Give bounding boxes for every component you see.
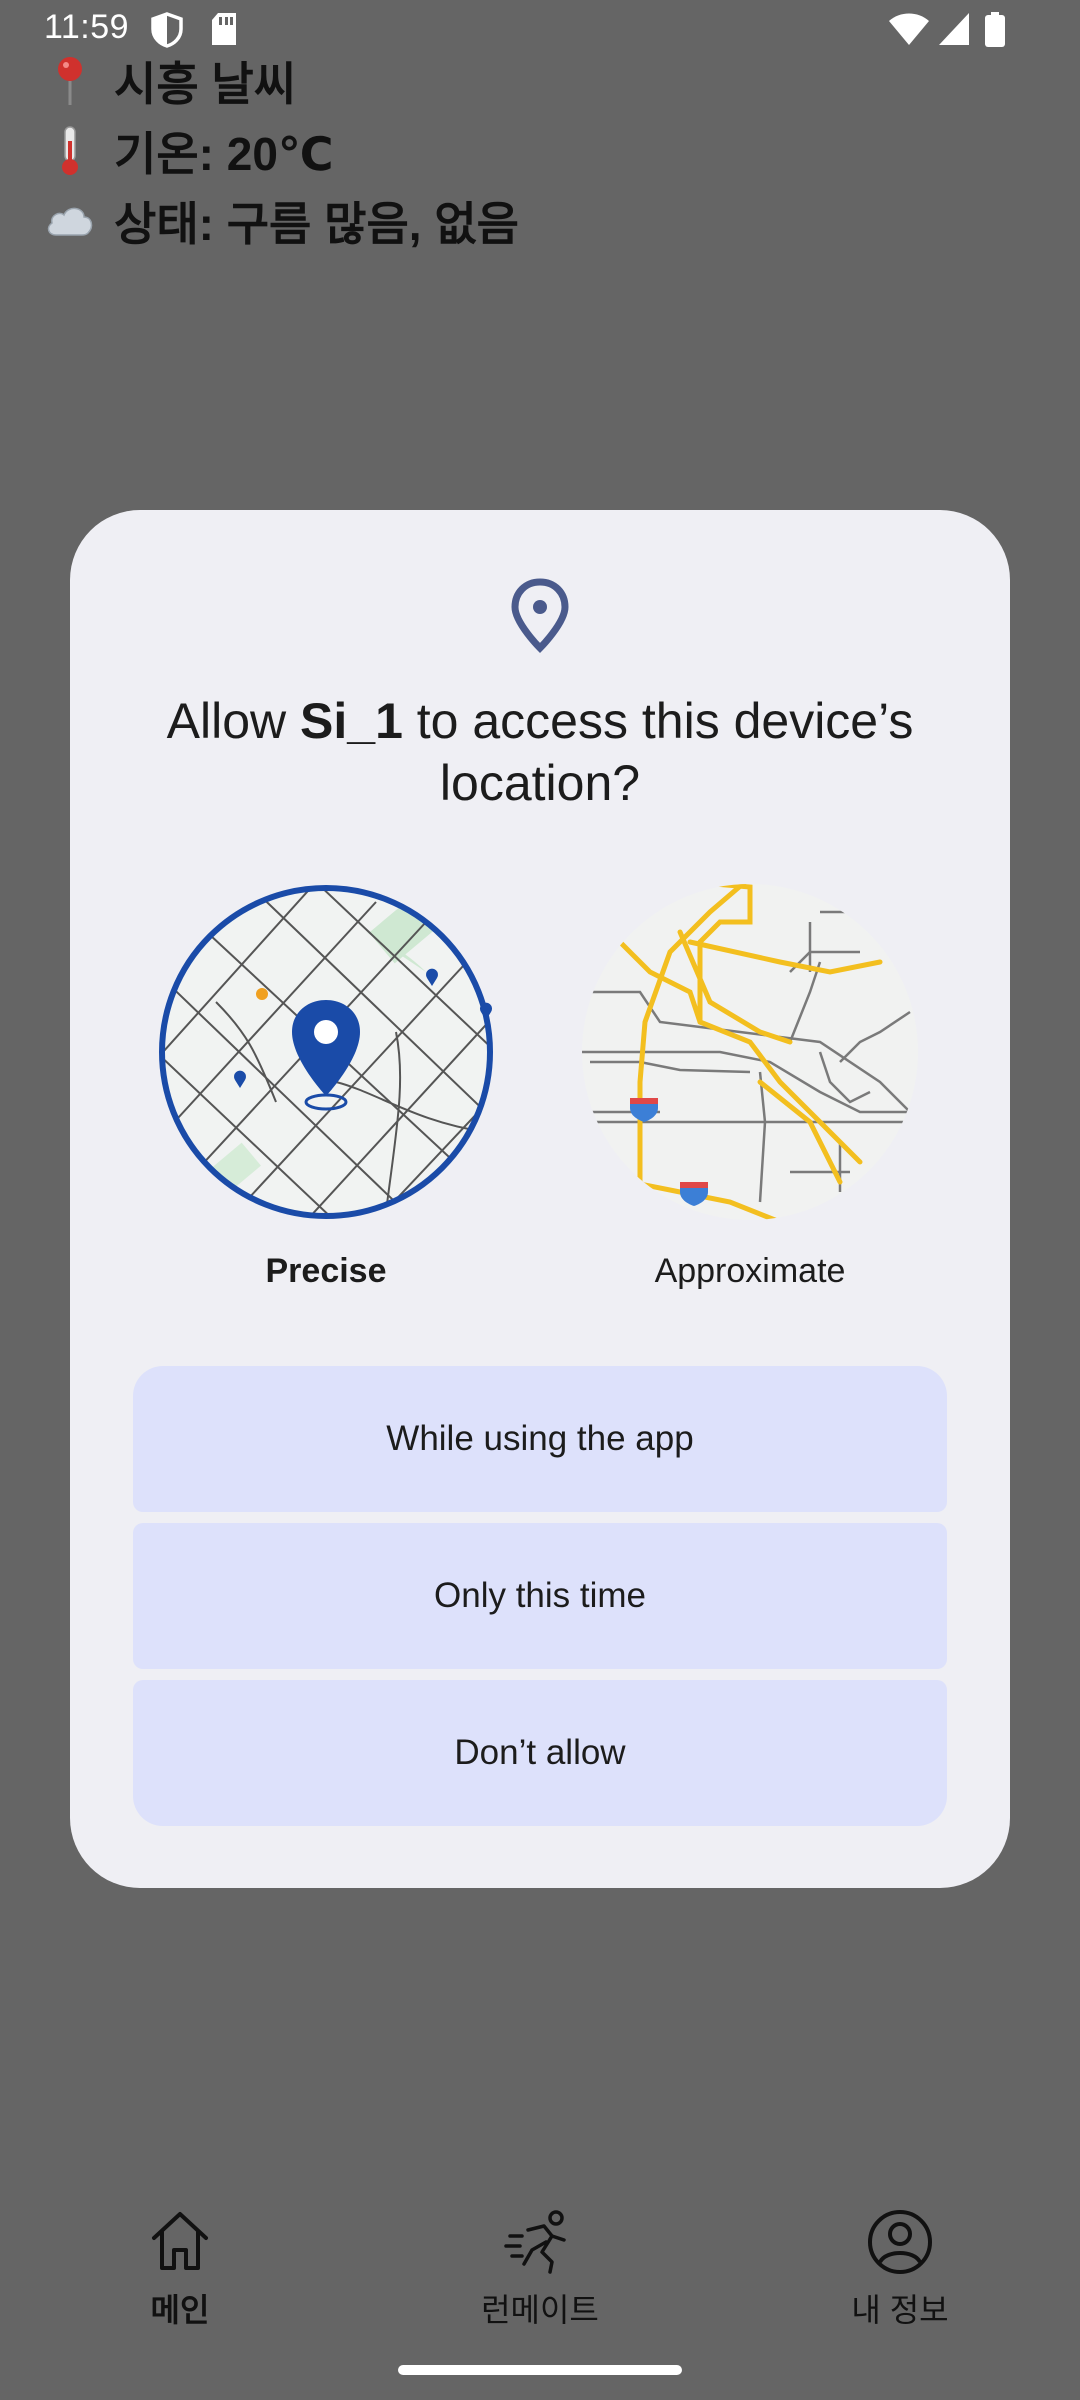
home-indicator[interactable] (398, 2365, 682, 2375)
pin-icon (44, 55, 96, 107)
nav-label-runmate: 런메이트 (481, 2292, 599, 2328)
thermometer-icon (44, 125, 96, 177)
nav-item-runmate[interactable]: 런메이트 (430, 2206, 650, 2331)
location-permission-dialog: Allow Si_1 to access this device’s locat… (70, 510, 1010, 1888)
app-name: Si_1 (300, 693, 403, 749)
home-icon (152, 2212, 208, 2270)
precise-map-icon (159, 885, 493, 1219)
nav-item-main[interactable]: 메인 (70, 2206, 290, 2331)
approximate-map-icon (582, 884, 918, 1220)
weather-condition: 상태: 구름 많음, 없음 (114, 198, 519, 250)
profile-icon (868, 2210, 932, 2274)
approximate-option[interactable] (580, 882, 920, 1222)
nav-label-my-info: 내 정보 (851, 2292, 949, 2328)
runner-icon (504, 2210, 566, 2274)
weather-location-row: 시흥 날씨 (44, 46, 519, 116)
weather-temperature: 기온: 20℃ (114, 128, 334, 180)
weather-info: 시흥 날씨 기온: 20℃ 상태: 구름 많음, 없음 (44, 46, 519, 256)
location-pin-icon (510, 578, 570, 659)
weather-temperature-row: 기온: 20℃ (44, 116, 519, 186)
status-time: 11:59 (44, 8, 130, 46)
weather-location: 시흥 날씨 (114, 58, 297, 110)
dialog-title: Allow Si_1 to access this device’s locat… (166, 693, 914, 811)
precise-option[interactable] (156, 882, 496, 1222)
nav-label-main: 메인 (150, 2292, 210, 2328)
only-this-time-button[interactable]: Only this time (133, 1523, 947, 1669)
precise-label[interactable]: Precise (156, 1252, 496, 1291)
while-using-app-button[interactable]: While using the app (133, 1366, 947, 1512)
wifi-icon (888, 12, 930, 51)
battery-icon (984, 12, 1006, 53)
signal-icon (938, 12, 970, 51)
weather-condition-row: 상태: 구름 많음, 없음 (44, 186, 519, 256)
cloud-icon (44, 195, 96, 247)
dont-allow-button[interactable]: Don’t allow (133, 1680, 947, 1826)
approximate-label[interactable]: Approximate (580, 1252, 920, 1291)
nav-item-my-info[interactable]: 내 정보 (790, 2206, 1010, 2331)
